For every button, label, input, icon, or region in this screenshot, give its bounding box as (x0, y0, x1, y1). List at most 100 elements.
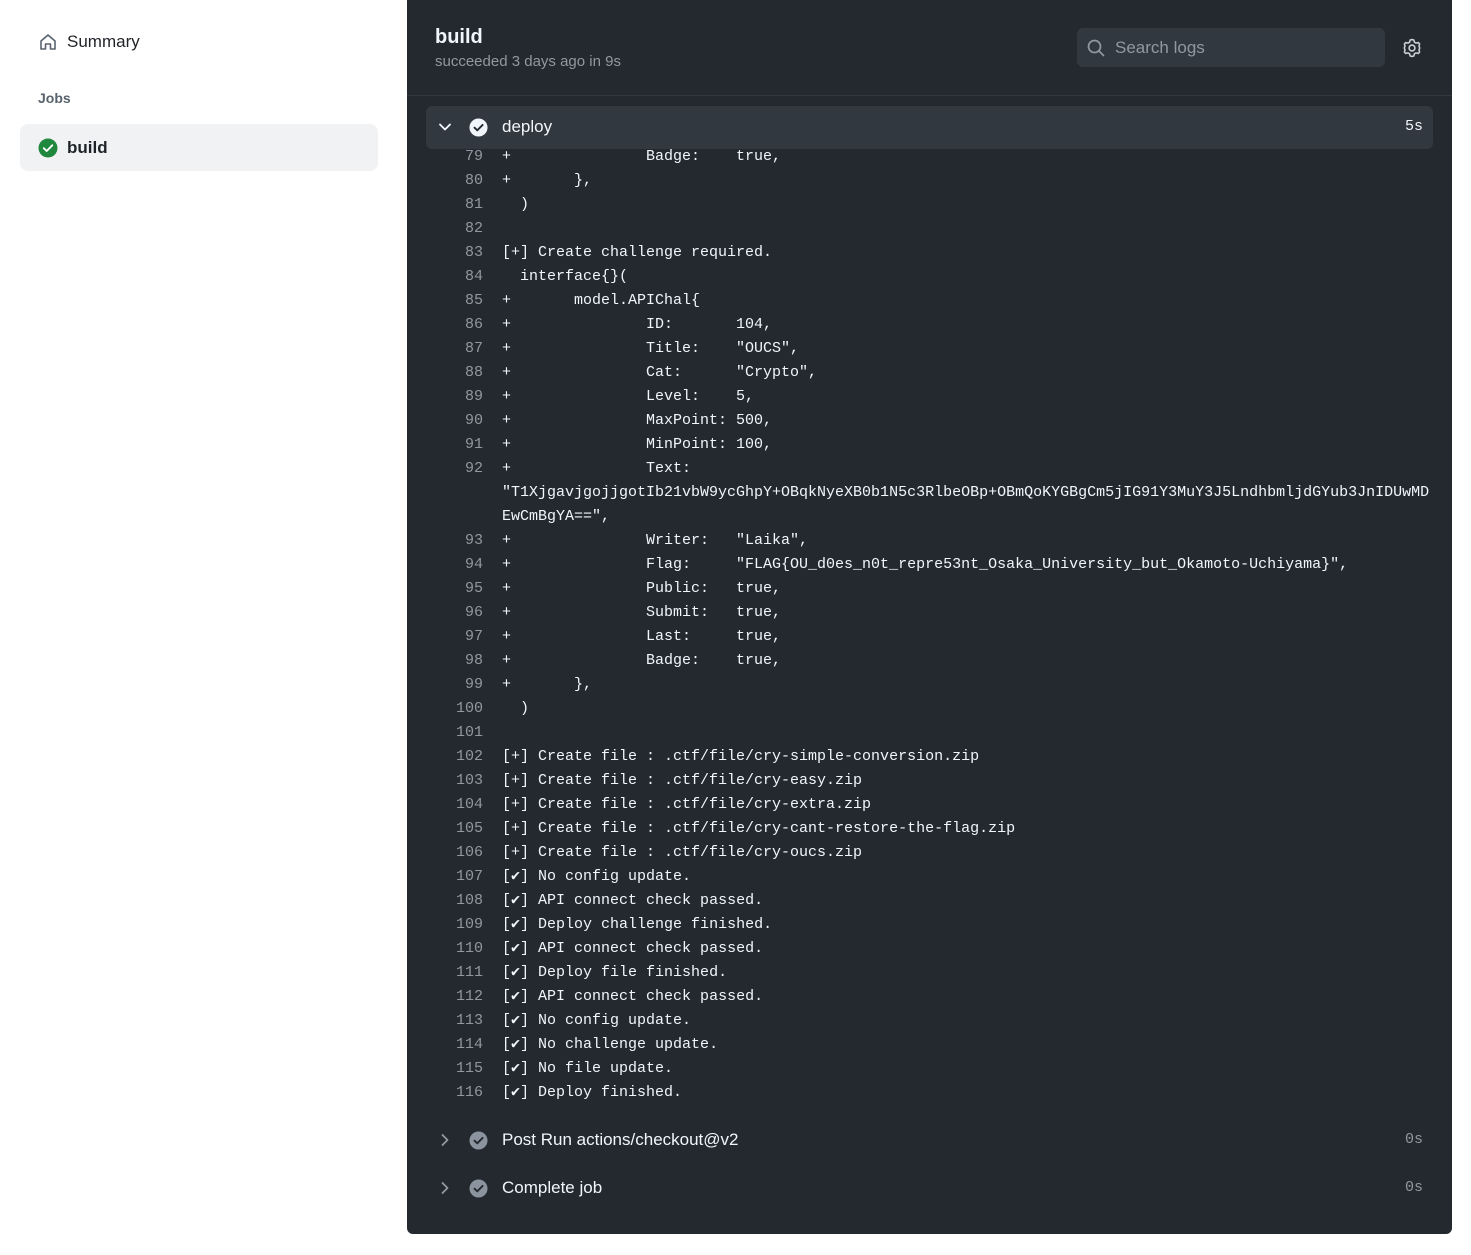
line-number[interactable]: 112 (407, 985, 502, 1009)
chevron-right-icon (436, 1131, 454, 1149)
line-number[interactable]: 81 (407, 193, 502, 217)
log-line: 109 [✔] Deploy challenge finished. (407, 913, 1452, 937)
line-number[interactable]: 88 (407, 361, 502, 385)
gear-icon[interactable] (1401, 37, 1423, 59)
log-line: 91 + MinPoint: 100, (407, 433, 1452, 457)
search-logs-box[interactable] (1077, 28, 1385, 67)
line-number[interactable]: 102 (407, 745, 502, 769)
step-duration: 0s (1404, 1179, 1423, 1196)
line-number[interactable]: 93 (407, 529, 502, 553)
line-text: + Text: "T1XjgavjgojjgotIb21vbW9ycGhpY+O… (502, 460, 1430, 525)
check-circle-icon (469, 118, 488, 137)
step-complete-job[interactable]: Complete job 0s (426, 1167, 1433, 1210)
line-number[interactable]: 116 (407, 1081, 502, 1105)
job-status: succeeded 3 days ago in 9s (435, 53, 621, 70)
sidebar-item-label: build (67, 137, 108, 157)
log-line: 94 + Flag: "FLAG{OU_d0es_n0t_repre53nt_Os… (407, 553, 1452, 577)
chevron-right-icon (436, 1179, 454, 1197)
line-number[interactable]: 90 (407, 409, 502, 433)
line-text: + Cat: "Crypto", (502, 364, 818, 381)
line-text: [+] Create file : .ctf/file/cry-easy.zip (502, 772, 863, 789)
line-number[interactable]: 82 (407, 217, 502, 241)
line-number[interactable]: 105 (407, 817, 502, 841)
search-input[interactable] (1115, 37, 1385, 58)
line-number[interactable]: 103 (407, 769, 502, 793)
line-number[interactable]: 114 (407, 1033, 502, 1057)
line-text: + Writer: "Laika", (502, 532, 809, 549)
line-number[interactable]: 91 (407, 433, 502, 457)
line-text: + Level: 5, (502, 388, 755, 405)
job-header: build succeeded 3 days ago in 9s (407, 0, 1452, 96)
line-text: [+] Create file : .ctf/file/cry-extra.zi… (502, 796, 872, 813)
log-line: 110 [✔] API connect check passed. (407, 937, 1452, 961)
line-number[interactable]: 106 (407, 841, 502, 865)
line-number[interactable]: 108 (407, 889, 502, 913)
sidebar-item-build[interactable]: build (20, 124, 378, 171)
check-circle-icon (469, 1131, 488, 1150)
line-number[interactable]: 85 (407, 289, 502, 313)
line-number[interactable]: 110 (407, 937, 502, 961)
line-text: [+] Create challenge required. (502, 244, 773, 261)
home-icon (38, 32, 58, 52)
line-number[interactable]: 97 (407, 625, 502, 649)
line-number[interactable]: 101 (407, 721, 502, 745)
log-line: 113 [✔] No config update. (407, 1009, 1452, 1033)
log-line: 104 [+] Create file : .ctf/file/cry-extra… (407, 793, 1452, 817)
line-text: ) (502, 196, 530, 213)
step-name: deploy (502, 117, 553, 136)
sidebar: Summary Jobs build (0, 0, 406, 1255)
line-number[interactable]: 113 (407, 1009, 502, 1033)
log-line: 93 + Writer: "Laika", (407, 529, 1452, 553)
check-circle-icon (469, 1179, 488, 1198)
log-line: 105 [+] Create file : .ctf/file/cry-cant-… (407, 817, 1452, 841)
line-text: + }, (502, 676, 593, 693)
step-post-run-checkout[interactable]: Post Run actions/checkout@v2 0s (426, 1119, 1433, 1162)
line-number[interactable]: 83 (407, 241, 502, 265)
log-line: 106 [+] Create file : .ctf/file/cry-oucs.… (407, 841, 1452, 865)
line-number[interactable]: 79 (407, 145, 502, 169)
line-text: [✔] Deploy file finished. (502, 964, 728, 981)
line-number[interactable]: 92 (407, 457, 502, 529)
line-number[interactable]: 115 (407, 1057, 502, 1081)
line-number[interactable]: 109 (407, 913, 502, 937)
line-number[interactable]: 89 (407, 385, 502, 409)
line-number[interactable]: 87 (407, 337, 502, 361)
log-line: 99 + }, (407, 673, 1452, 697)
line-number[interactable]: 107 (407, 865, 502, 889)
log-line: 79 + Badge: true, (407, 145, 1452, 169)
line-text: + Public: true, (502, 580, 782, 597)
line-number[interactable]: 94 (407, 553, 502, 577)
step-deploy[interactable]: deploy 5s (426, 106, 1433, 149)
line-number[interactable]: 99 (407, 673, 502, 697)
log-line: 98 + Badge: true, (407, 649, 1452, 673)
line-number[interactable]: 96 (407, 601, 502, 625)
line-text: + Submit: true, (502, 604, 782, 621)
log-line: 97 + Last: true, (407, 625, 1452, 649)
line-number[interactable]: 95 (407, 577, 502, 601)
step-duration: 5s (1404, 118, 1423, 135)
line-number[interactable]: 80 (407, 169, 502, 193)
line-text: + MinPoint: 100, (502, 436, 773, 453)
log-line: 95 + Public: true, (407, 577, 1452, 601)
line-text: interface{}( (502, 268, 629, 285)
step-name: Complete job (502, 1178, 603, 1197)
log-line: 90 + MaxPoint: 500, (407, 409, 1452, 433)
line-text: + Badge: true, (502, 652, 782, 669)
log-line: 82 (407, 217, 1452, 241)
line-number[interactable]: 104 (407, 793, 502, 817)
line-number[interactable]: 111 (407, 961, 502, 985)
line-number[interactable]: 84 (407, 265, 502, 289)
line-text: + Badge: true, (502, 148, 782, 165)
line-number[interactable]: 100 (407, 697, 502, 721)
line-number[interactable]: 98 (407, 649, 502, 673)
log-line: 101 (407, 721, 1452, 745)
sidebar-item-summary[interactable]: Summary (20, 20, 378, 64)
line-number[interactable]: 86 (407, 313, 502, 337)
search-icon (1087, 39, 1105, 57)
log-output: 79 + Badge: true, 80 + }, 81 ) 82 83 [+] Create… (407, 145, 1452, 1105)
log-line: 80 + }, (407, 169, 1452, 193)
log-line: 85 + model.APIChal{ (407, 289, 1452, 313)
line-text (502, 217, 1430, 241)
log-line: 103 [+] Create file : .ctf/file/cry-easy.… (407, 769, 1452, 793)
job-title: build (435, 26, 483, 48)
